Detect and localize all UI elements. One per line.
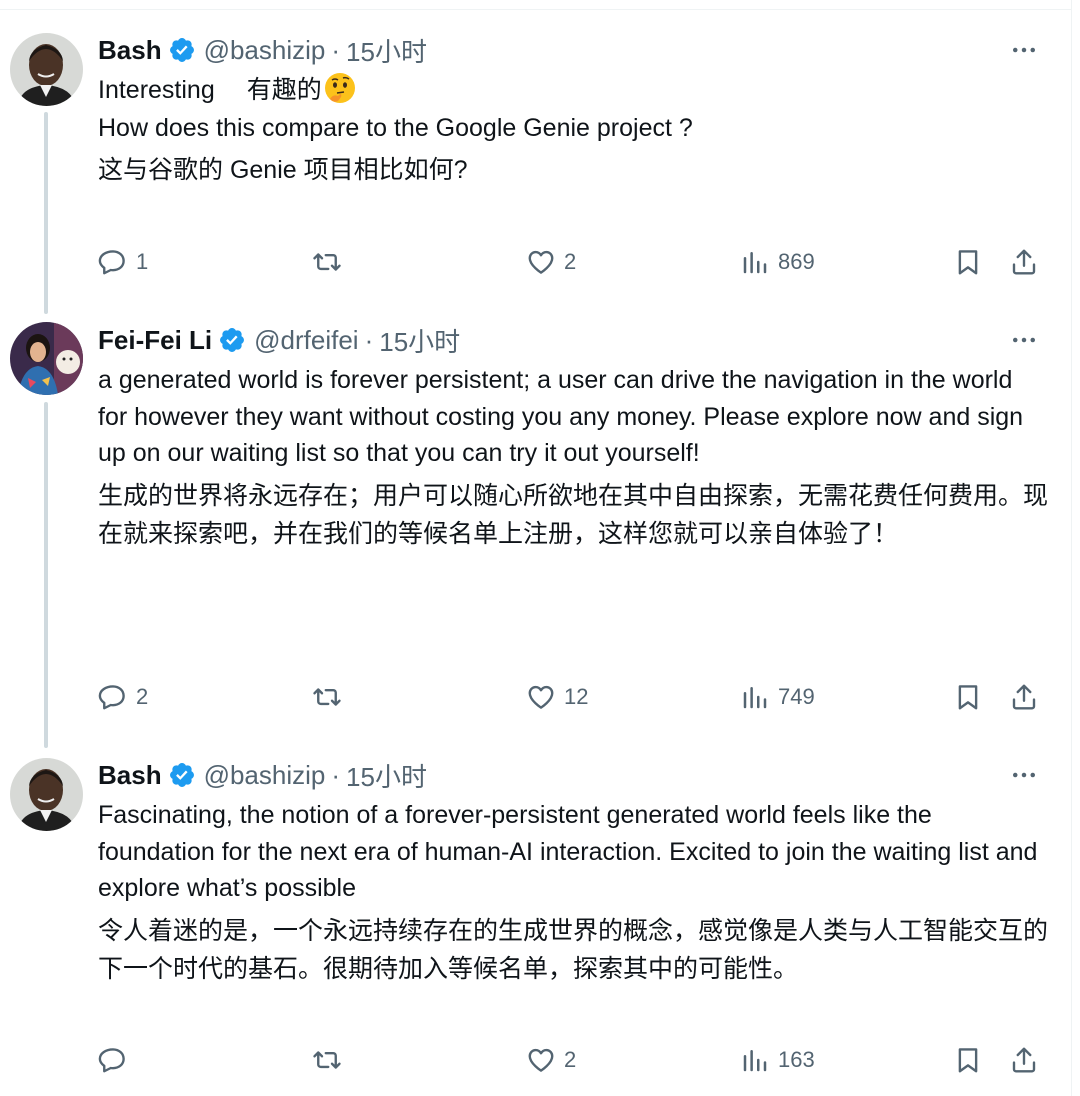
more-icon — [1013, 47, 1035, 53]
post-header: Fei-Fei Li @drfeifei · 15小时 — [98, 322, 460, 358]
separator: · — [331, 759, 341, 790]
reply-icon — [98, 250, 125, 275]
share-icon — [1012, 684, 1036, 710]
reply-button[interactable]: 2 — [98, 679, 148, 715]
heart-icon — [528, 1048, 554, 1072]
repost-icon — [313, 688, 341, 706]
analytics-icon — [743, 252, 767, 274]
thread-line — [44, 112, 48, 314]
like-count: 12 — [564, 684, 589, 709]
post-text-en-lead: Interesting — [98, 76, 215, 104]
post-text-en: How does this compare to the Google Geni… — [98, 113, 693, 142]
share-icon — [1012, 1047, 1036, 1073]
bookmark-button[interactable] — [950, 679, 986, 715]
avatar[interactable] — [10, 33, 83, 106]
bookmark-button[interactable] — [950, 1042, 986, 1078]
views-count: 869 — [778, 249, 815, 274]
post-text: Fascinating, the notion of a forever-per… — [98, 797, 1048, 989]
like-button[interactable]: 12 — [526, 679, 588, 715]
bookmark-icon — [958, 685, 978, 710]
post-text-zh: 令人着迷的是，一个永远持续存在的生成世界的概念，感觉像是人类与人工智能交互的下一… — [98, 916, 1049, 984]
like-button[interactable]: 2 — [526, 1042, 576, 1078]
like-count: 2 — [564, 249, 577, 274]
reply-icon — [98, 685, 125, 710]
like-button[interactable]: 2 — [526, 244, 576, 280]
post-text-zh-lead: 有趣的 — [246, 76, 322, 104]
heart-icon — [528, 685, 554, 709]
views-button[interactable]: 163 — [740, 1042, 815, 1078]
reply-icon — [98, 1048, 125, 1073]
thinking-face-emoji-icon — [324, 73, 355, 103]
views-count: 163 — [778, 1047, 815, 1072]
repost-icon — [313, 253, 341, 271]
heart-icon — [528, 250, 554, 274]
verified-badge-icon — [169, 38, 194, 62]
share-button[interactable] — [1006, 1042, 1042, 1078]
share-button[interactable] — [1006, 679, 1042, 715]
post-header: Bash @bashizip · 15小时 — [98, 757, 427, 793]
top-divider — [0, 9, 1072, 10]
share-icon — [1012, 249, 1036, 275]
bookmark-icon — [958, 1048, 978, 1073]
timestamp[interactable]: 15小时 — [379, 322, 460, 359]
post-text-en: Fascinating, the notion of a forever-per… — [98, 801, 1038, 902]
more-options-button[interactable] — [1006, 757, 1042, 793]
handle[interactable]: @bashizip — [204, 35, 326, 66]
views-count: 749 — [778, 684, 815, 709]
thread-line — [44, 402, 48, 748]
more-options-button[interactable] — [1006, 32, 1042, 68]
bookmark-button[interactable] — [950, 244, 986, 280]
avatar[interactable] — [10, 758, 83, 831]
separator: · — [331, 34, 341, 65]
share-button[interactable] — [1006, 244, 1042, 280]
post-text-en: a generated world is forever persistent;… — [98, 366, 1024, 467]
post-text-zh: 生成的世界将永远存在；用户可以随心所欲地在其中自由探索，无需花费任何费用。现在就… — [98, 481, 1049, 549]
analytics-icon — [743, 687, 767, 709]
repost-button[interactable] — [312, 244, 350, 280]
display-name[interactable]: Bash — [98, 760, 162, 791]
post-header: Bash @bashizip · 15小时 — [98, 32, 427, 68]
reply-button[interactable]: 1 — [98, 244, 148, 280]
more-icon — [1013, 337, 1035, 343]
analytics-icon — [743, 1050, 767, 1072]
handle[interactable]: @bashizip — [204, 760, 326, 791]
reply-button[interactable] — [98, 1042, 136, 1078]
views-button[interactable]: 749 — [740, 679, 815, 715]
reply-count: 2 — [136, 684, 149, 709]
more-icon — [1013, 772, 1035, 778]
timestamp[interactable]: 15小时 — [346, 757, 427, 794]
post-text: a generated world is forever persistent;… — [98, 362, 1048, 554]
handle[interactable]: @drfeifei — [254, 325, 358, 356]
repost-button[interactable] — [312, 1042, 350, 1078]
reply-count: 1 — [136, 249, 149, 274]
more-options-button[interactable] — [1006, 322, 1042, 358]
display-name[interactable]: Bash — [98, 35, 162, 66]
display-name[interactable]: Fei-Fei Li — [98, 325, 212, 356]
verified-badge-icon — [169, 763, 194, 787]
post-text-zh: 这与谷歌的 Genie 项目相比如何? — [98, 156, 468, 184]
views-button[interactable]: 869 — [740, 244, 815, 280]
separator: · — [364, 324, 374, 355]
post-text: Interesting 有趣的 How does this compare to … — [98, 72, 1048, 190]
bookmark-icon — [958, 250, 978, 275]
timestamp[interactable]: 15小时 — [346, 32, 427, 69]
repost-icon — [313, 1051, 341, 1069]
verified-badge-icon — [220, 328, 245, 352]
avatar[interactable] — [10, 322, 83, 395]
like-count: 2 — [564, 1047, 577, 1072]
right-border — [1071, 0, 1072, 1096]
repost-button[interactable] — [312, 679, 350, 715]
